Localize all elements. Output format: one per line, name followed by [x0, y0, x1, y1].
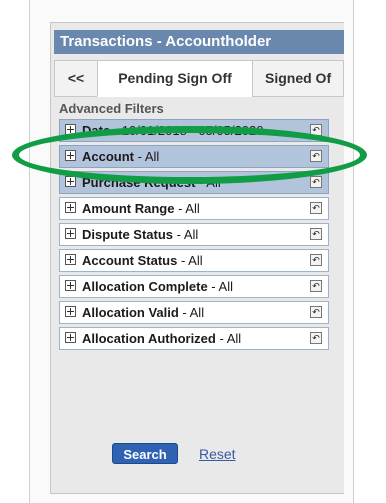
filter-row-amount-range[interactable]: Amount Range - All ↶ [59, 197, 329, 220]
tab-bar: << Pending Sign Off Signed Of [54, 60, 344, 97]
filter-label: Allocation Valid [82, 305, 179, 320]
expand-icon[interactable] [65, 306, 76, 317]
tab-signed-off[interactable]: Signed Of [252, 60, 344, 97]
filter-label: Allocation Authorized [82, 331, 216, 346]
filter-row-dispute-status[interactable]: Dispute Status - All ↶ [59, 223, 329, 246]
filter-value: - All [207, 279, 233, 294]
reset-filter-icon[interactable]: ↶ [310, 176, 322, 188]
filter-row-allocation-complete[interactable]: Allocation Complete - All ↶ [59, 275, 329, 298]
expand-icon[interactable] [65, 228, 76, 239]
reset-filter-icon[interactable]: ↶ [310, 228, 322, 240]
reset-filter-icon[interactable]: ↶ [310, 124, 322, 136]
filter-value: - All [134, 149, 160, 164]
tab-pending-sign-off[interactable]: Pending Sign Off [97, 60, 253, 97]
transactions-panel: Transactions - Accountholder << Pending … [50, 22, 344, 494]
reset-filter-icon[interactable]: ↶ [310, 332, 322, 344]
search-button[interactable]: Search [112, 443, 178, 464]
filter-value: - All [173, 227, 199, 242]
filter-value: - 10/01/2018 - 05/05/2020 [110, 123, 264, 138]
reset-filter-icon[interactable]: ↶ [310, 280, 322, 292]
reset-link[interactable]: Reset [199, 446, 236, 462]
filter-value: - All [174, 201, 200, 216]
filter-row-allocation-authorized[interactable]: Allocation Authorized - All ↶ [59, 327, 329, 350]
reset-filter-icon[interactable]: ↶ [310, 202, 322, 214]
filter-value: - All [178, 305, 205, 320]
expand-icon[interactable] [65, 150, 76, 161]
filter-label: Allocation Complete [82, 279, 208, 294]
tab-back[interactable]: << [54, 60, 98, 97]
filter-row-allocation-valid[interactable]: Allocation Valid - All ↶ [59, 301, 329, 324]
filter-label: Date [82, 123, 111, 138]
filter-row-account-status[interactable]: Account Status - All ↶ [59, 249, 329, 272]
reset-filter-icon[interactable]: ↶ [310, 306, 322, 318]
filter-row-purchase-request[interactable]: Purchase Request - All ↶ [59, 171, 329, 194]
filter-value: - All [215, 331, 242, 346]
expand-icon[interactable] [65, 254, 76, 265]
panel-title: Transactions - Accountholder [54, 30, 344, 54]
expand-icon[interactable] [65, 202, 76, 213]
expand-icon[interactable] [65, 332, 76, 343]
filter-value: - All [195, 175, 221, 190]
filter-value: - All [177, 253, 203, 268]
reset-filter-icon[interactable]: ↶ [310, 254, 322, 266]
reset-filter-icon[interactable]: ↶ [310, 150, 322, 162]
filter-row-account[interactable]: Account - All ↶ [59, 145, 329, 168]
advanced-filters-label: Advanced Filters [59, 101, 164, 116]
expand-icon[interactable] [65, 176, 76, 187]
filter-label: Dispute Status [82, 227, 174, 242]
filter-label: Purchase Request [82, 175, 196, 190]
filter-label: Account Status [82, 253, 178, 268]
filter-label: Account [82, 149, 134, 164]
filter-label: Amount Range [82, 201, 175, 216]
expand-icon[interactable] [65, 124, 76, 135]
filter-row-date[interactable]: Date - 10/01/2018 - 05/05/2020 ↶ [59, 119, 329, 142]
filter-list: Date - 10/01/2018 - 05/05/2020 ↶ Account… [59, 119, 329, 353]
expand-icon[interactable] [65, 280, 76, 291]
